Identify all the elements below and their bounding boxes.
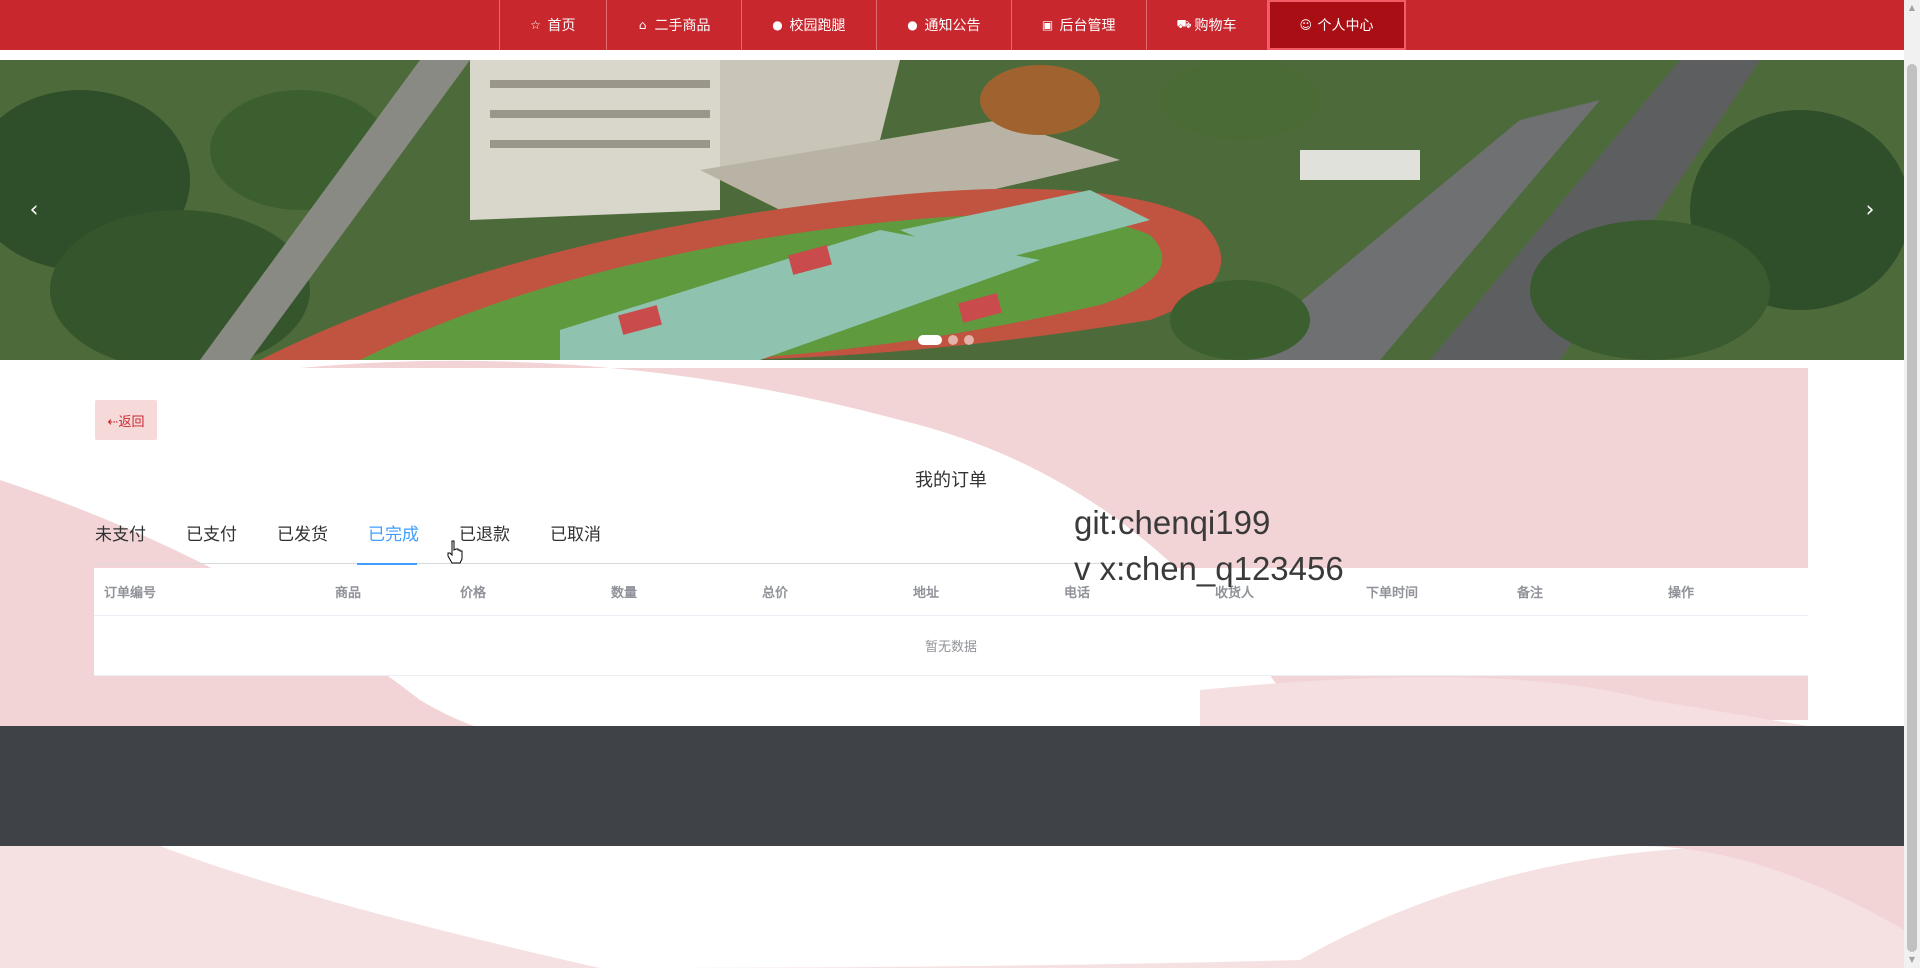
nav-item-second-hand[interactable]: ⌂ 二手商品 xyxy=(607,0,742,50)
order-status-tabs: 未支付 已支付 已发货 已完成 已退款 已取消 xyxy=(95,522,1131,565)
page-scrollbar[interactable]: ▲ ▼ xyxy=(1904,0,1920,968)
nav-item-admin[interactable]: ▣ 后台管理 xyxy=(1012,0,1147,50)
nav-item-notices[interactable]: ● 通知公告 xyxy=(877,0,1012,50)
carousel-dot[interactable] xyxy=(948,335,958,345)
orders-table: 订单编号 商品 价格 数量 总价 地址 电话 收货人 下单时间 备注 操作 暂无… xyxy=(94,568,1808,676)
bag-icon: ⌂ xyxy=(638,18,647,32)
back-button[interactable]: ⇠返回 xyxy=(95,400,157,440)
footer xyxy=(0,726,1904,846)
tab-cancelled[interactable]: 已取消 xyxy=(530,522,621,564)
nav-item-label: 二手商品 xyxy=(654,18,711,34)
column-header: 下单时间 xyxy=(1366,586,1419,601)
nav-item-cart[interactable]: ⛟ 购物车 xyxy=(1147,0,1268,50)
tab-unpaid[interactable]: 未支付 xyxy=(95,522,166,564)
table-header: 订单编号 商品 价格 数量 总价 地址 电话 收货人 下单时间 备注 操作 xyxy=(94,568,1808,616)
carousel-dot[interactable] xyxy=(918,335,942,345)
nav-item-label: 通知公告 xyxy=(924,18,981,34)
tab-paid[interactable]: 已支付 xyxy=(166,522,257,564)
page-title: 我的订单 xyxy=(915,470,987,491)
scroll-up-icon[interactable]: ▲ xyxy=(1904,0,1920,16)
alert-circle-icon: ● xyxy=(772,18,783,32)
banner-carousel: ‹ › xyxy=(0,60,1904,360)
carousel-dot[interactable] xyxy=(964,335,974,345)
scroll-thumb[interactable] xyxy=(1907,64,1917,952)
nav-item-label: 后台管理 xyxy=(1059,18,1116,34)
nav-item-home[interactable]: ☆ 首页 xyxy=(500,0,607,50)
cart-icon: ⛟ xyxy=(1176,17,1192,31)
hand-cursor-icon xyxy=(447,540,463,564)
column-header: 价格 xyxy=(460,586,487,601)
watermark-line-1: git:chenqi199 xyxy=(1074,504,1271,541)
help-circle-icon: ● xyxy=(907,18,918,32)
column-header: 数量 xyxy=(611,586,638,601)
carousel-indicators xyxy=(918,335,974,345)
carousel-next-button[interactable]: › xyxy=(1858,198,1882,223)
empty-state: 暂无数据 xyxy=(94,616,1808,676)
star-icon: ☆ xyxy=(530,18,541,32)
clipboard-icon: ▣ xyxy=(1041,18,1054,32)
orders-panel: ⇠返回 我的订单 未支付 已支付 已发货 已完成 已退款 已取消 订单编号 商品… xyxy=(94,368,1808,716)
column-header: 商品 xyxy=(335,586,362,601)
nav-item-errand[interactable]: ● 校园跑腿 xyxy=(742,0,877,50)
nav-item-label: 购物车 xyxy=(1194,18,1237,34)
column-header: 备注 xyxy=(1517,586,1544,601)
campus-aerial-image xyxy=(0,60,1904,360)
tab-completed[interactable]: 已完成 xyxy=(348,522,439,565)
scroll-down-icon[interactable]: ▼ xyxy=(1904,952,1920,968)
top-navigation: ☆ 首页 ⌂ 二手商品 ● 校园跑腿 ● 通知公告 ▣ 后台管理 ⛟ 购物车 ☺… xyxy=(0,0,1904,50)
column-header: 订单编号 xyxy=(104,586,157,601)
column-header: 地址 xyxy=(913,586,940,601)
watermark-line-2: v x:chen_q123456 xyxy=(1074,550,1344,587)
carousel-prev-button[interactable]: ‹ xyxy=(22,198,46,223)
user-icon: ☺ xyxy=(1299,18,1313,32)
tab-shipped[interactable]: 已发货 xyxy=(257,522,348,564)
column-header: 操作 xyxy=(1668,586,1695,601)
nav-item-label: 首页 xyxy=(547,18,576,34)
nav-item-profile[interactable]: ☺ 个人中心 xyxy=(1267,0,1406,50)
nav-items: ☆ 首页 ⌂ 二手商品 ● 校园跑腿 ● 通知公告 ▣ 后台管理 ⛟ 购物车 ☺… xyxy=(498,0,1406,50)
column-header: 总价 xyxy=(762,586,789,601)
nav-item-label: 个人中心 xyxy=(1317,18,1374,34)
nav-item-label: 校园跑腿 xyxy=(789,18,846,34)
